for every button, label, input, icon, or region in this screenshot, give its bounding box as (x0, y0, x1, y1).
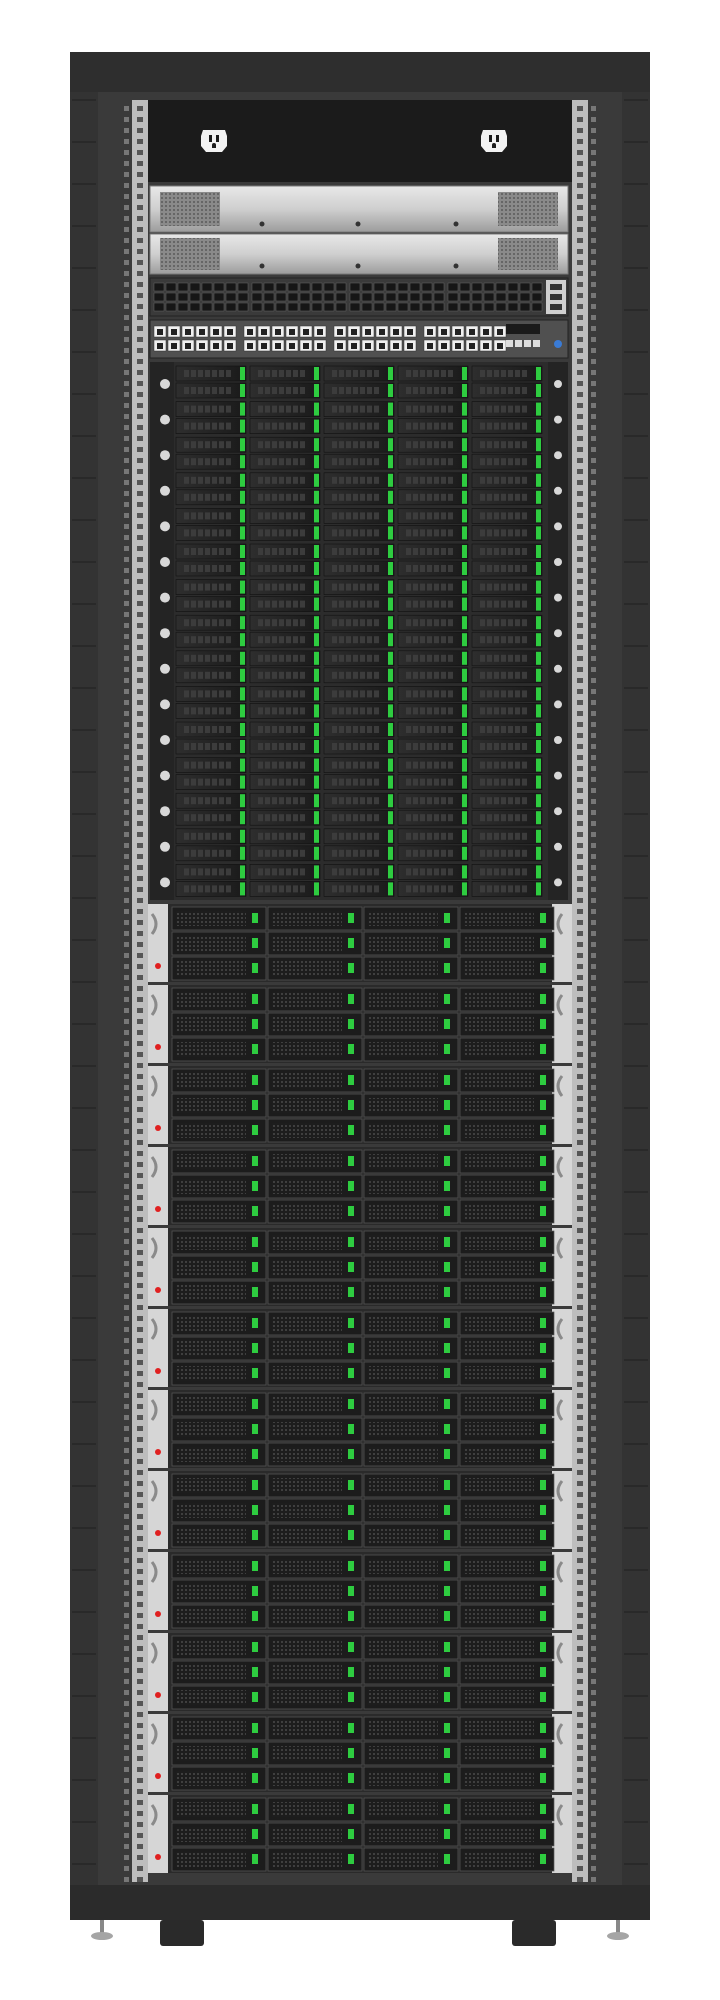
cabinet-top-cap (70, 52, 650, 92)
storage-enclosure (148, 1066, 572, 1144)
status-led (155, 1206, 161, 1212)
vent-grille-left (160, 238, 220, 270)
status-led (155, 1692, 161, 1698)
silver-server-2 (149, 233, 569, 275)
storage-enclosure (148, 1714, 572, 1792)
storage-enclosure (148, 1633, 572, 1711)
status-led (554, 340, 562, 348)
ethernet-switch (149, 319, 569, 359)
vent-grille-right (498, 192, 558, 226)
cabinet-left-side (70, 92, 98, 1920)
silver-server-1 (149, 185, 569, 233)
storage-enclosure (148, 1228, 572, 1306)
vent-grille-left (160, 192, 220, 226)
storage-enclosure (148, 985, 572, 1063)
status-led (155, 1530, 161, 1536)
rack-feet (91, 1920, 629, 1946)
cabinet-right-side (622, 92, 650, 1920)
vent-grille-right (498, 238, 558, 270)
leveling-foot-left (91, 1920, 113, 1940)
power-outlet-icon (481, 130, 507, 152)
server-rack-illustration (70, 52, 650, 1946)
blade-chassis (150, 362, 568, 900)
status-led (155, 1368, 161, 1374)
storage-enclosure (148, 1795, 572, 1873)
storage-enclosure (148, 1552, 572, 1630)
caster-left (160, 1920, 204, 1946)
status-led (155, 1044, 161, 1050)
power-outlet-icon (201, 130, 227, 152)
status-led (155, 1449, 161, 1455)
storage-enclosure (148, 1147, 572, 1225)
caster-right (512, 1920, 556, 1946)
status-led (155, 1287, 161, 1293)
switch-display (506, 324, 540, 334)
status-led (155, 1854, 161, 1860)
pdu-panel (148, 100, 572, 182)
status-led (155, 1611, 161, 1617)
status-led (155, 1773, 161, 1779)
cabinet-bottom-plinth (70, 1885, 650, 1920)
leveling-foot-right (607, 1920, 629, 1940)
storage-enclosure (148, 904, 572, 982)
storage-enclosure (148, 1309, 572, 1387)
qsfp-switch (149, 277, 569, 317)
storage-enclosure (148, 1471, 572, 1549)
status-led (155, 963, 161, 969)
status-led (155, 1125, 161, 1131)
storage-enclosure (148, 1390, 572, 1468)
